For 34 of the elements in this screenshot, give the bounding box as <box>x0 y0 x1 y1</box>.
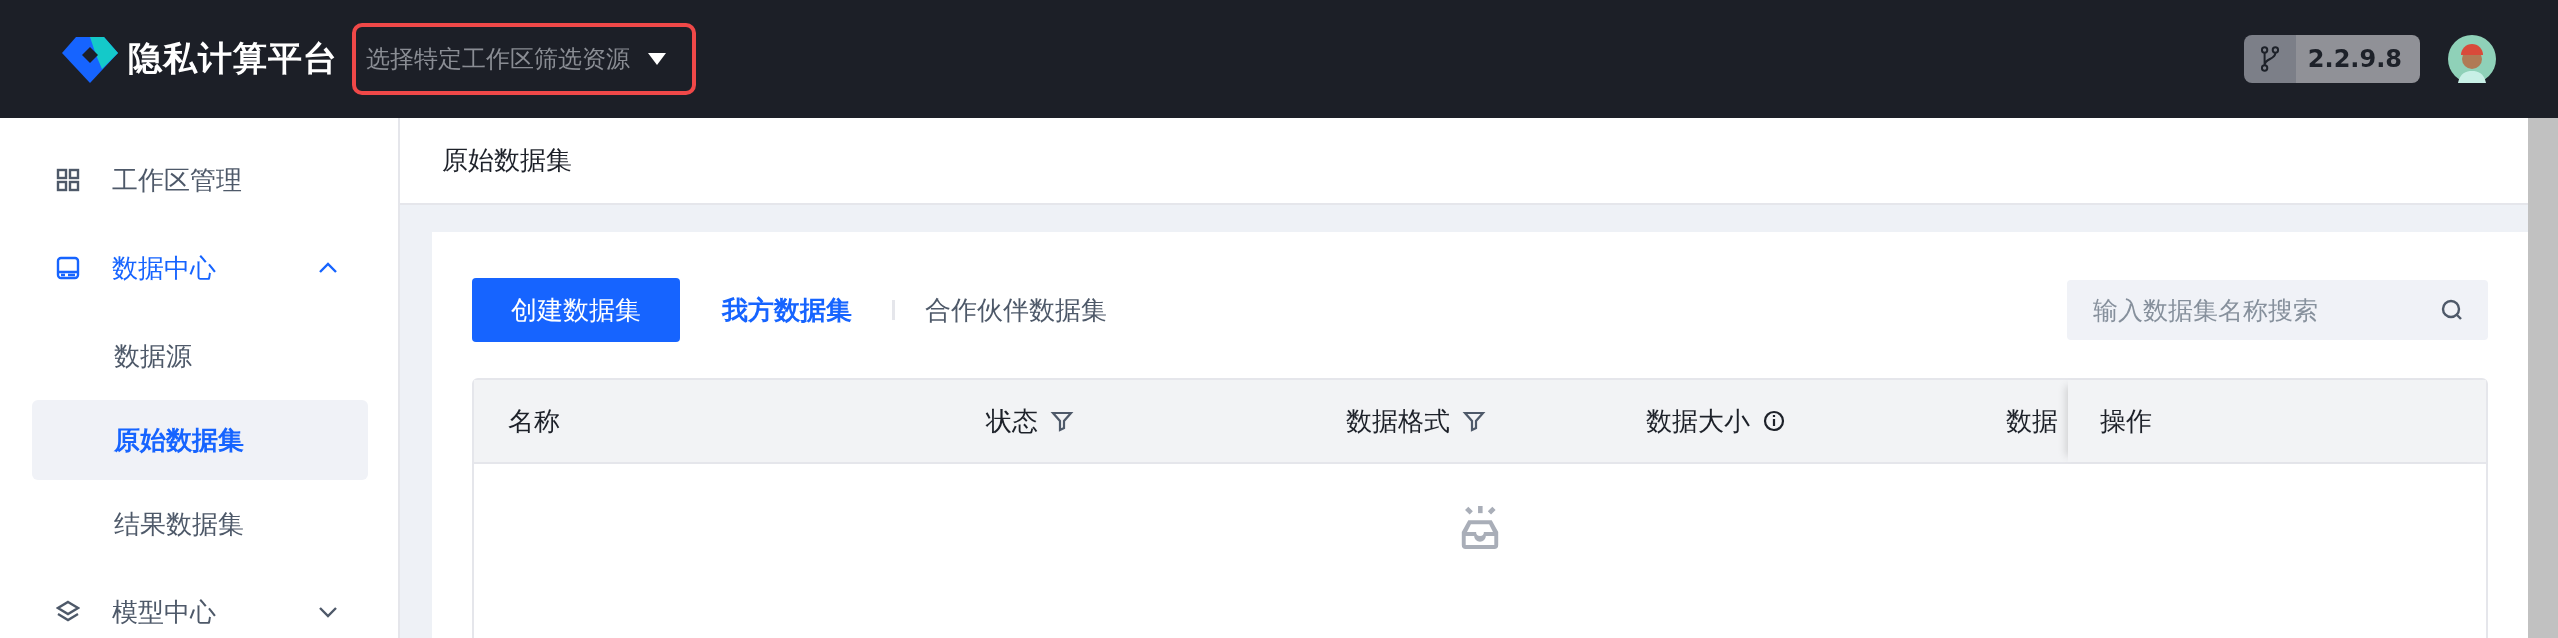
tab[interactable]: 我方数据集 <box>722 292 852 328</box>
search-field[interactable]: 输入数据集名称搜索 <box>2067 280 2488 340</box>
sidebar-subitem[interactable]: 原始数据集 <box>32 400 368 480</box>
column-header: 名称 <box>508 404 560 438</box>
column-header: 操作 <box>2100 404 2152 438</box>
sidebar-item[interactable]: 工作区管理 <box>0 136 398 224</box>
sidebar-subitem[interactable]: 结果数据集 <box>32 484 368 564</box>
caret-icon <box>648 53 666 65</box>
chevron-up-icon <box>318 262 338 274</box>
column-header: 状态 <box>986 404 1038 438</box>
filter-icon[interactable] <box>1050 409 1074 433</box>
tab[interactable]: 合作伙伴数据集 <box>925 292 1107 328</box>
grid-icon <box>56 168 80 192</box>
logo-icon <box>62 35 118 83</box>
filter-icon[interactable] <box>1462 409 1486 433</box>
version-number: 2.2.9.8 <box>2295 35 2420 83</box>
sidebar-item[interactable]: 模型中心 <box>0 568 398 638</box>
chevron-down-icon <box>318 606 338 618</box>
drive-icon <box>56 256 80 280</box>
info-icon[interactable] <box>1762 409 1786 433</box>
avatar[interactable] <box>2448 35 2496 83</box>
layers-icon <box>56 600 80 624</box>
page-title: 原始数据集 <box>442 144 572 177</box>
column-header: 数据格式 <box>1346 404 1450 438</box>
column-header: 数据 <box>2006 404 2058 438</box>
column-header: 数据大小 <box>1646 404 1750 438</box>
sidebar-item[interactable]: 数据中心 <box>0 224 398 312</box>
branch-icon <box>2260 46 2279 72</box>
app-title: 隐私计算平台 <box>128 37 338 80</box>
search-icon <box>2440 298 2464 322</box>
create-dataset-button[interactable]: 创建数据集 <box>472 278 680 342</box>
workspace-select[interactable]: 选择特定工作区筛选资源 <box>352 23 696 95</box>
scrollbar[interactable] <box>2528 118 2558 638</box>
sidebar-subitem[interactable]: 数据源 <box>32 316 368 396</box>
